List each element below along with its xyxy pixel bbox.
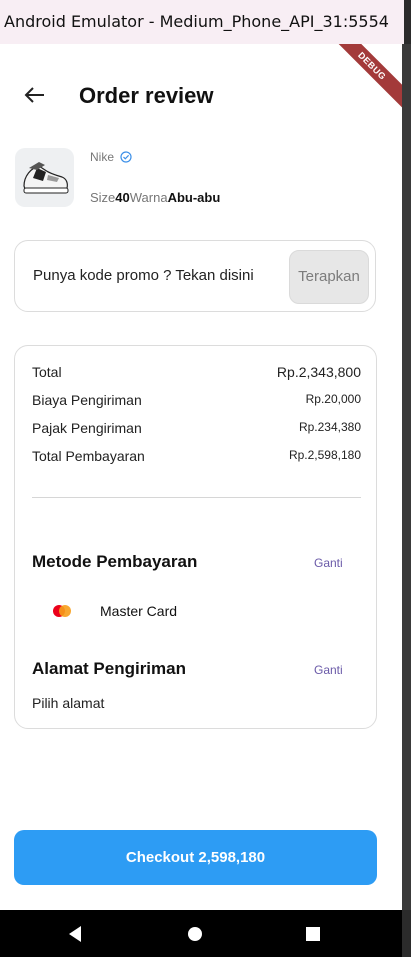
nav-back-icon[interactable] xyxy=(67,925,83,943)
summary-label: Total Pembayaran xyxy=(32,448,145,464)
summary-label: Pajak Pengiriman xyxy=(32,420,142,436)
page-title: Order review xyxy=(79,83,214,108)
window-title: Android Emulator - Medium_Phone_API_31:5… xyxy=(0,0,404,44)
summary-label: Total xyxy=(32,364,62,380)
nav-home-icon[interactable] xyxy=(188,927,202,941)
payment-method-label: Master Card xyxy=(100,603,178,619)
size-value: 40 xyxy=(115,190,130,205)
change-payment-link[interactable]: Ganti xyxy=(314,556,343,570)
back-button[interactable] xyxy=(22,82,48,108)
nav-recents-icon[interactable] xyxy=(306,927,320,941)
system-nav-bar xyxy=(0,910,402,957)
checkout-button[interactable]: Checkout 2,598,180 xyxy=(14,830,377,885)
sneaker-icon xyxy=(23,162,69,194)
emulator-side-strip xyxy=(402,44,411,910)
product-brand: Nike xyxy=(90,150,115,164)
order-summary-card: Total Rp.2,343,800 Biaya Pengiriman Rp.2… xyxy=(14,345,377,729)
debug-banner: DEBUG xyxy=(323,44,402,115)
summary-row-shipping-tax: Pajak Pengiriman Rp.234,380 xyxy=(32,420,361,440)
shipping-address-value[interactable]: Pilih alamat xyxy=(32,695,104,711)
color-label: Warna xyxy=(129,190,168,205)
product-specs: Size40WarnaAbu-abu xyxy=(90,190,220,205)
divider xyxy=(32,497,361,498)
summary-label: Biaya Pengiriman xyxy=(32,392,142,408)
summary-row-grand-total: Total Pembayaran Rp.2,598,180 xyxy=(32,448,361,468)
shipping-address-title: Alamat Pengiriman xyxy=(32,659,186,678)
product-image xyxy=(15,148,74,207)
change-address-link[interactable]: Ganti xyxy=(314,663,343,677)
summary-value: Rp.2,343,800 xyxy=(276,364,361,380)
summary-value: Rp.2,598,180 xyxy=(288,448,361,462)
mastercard-icon xyxy=(51,604,73,618)
payment-method-title: Metode Pembayaran xyxy=(32,552,198,571)
promo-prompt[interactable]: Punya kode promo ? Tekan disini xyxy=(33,267,254,284)
promo-card[interactable]: Punya kode promo ? Tekan disini Terapkan xyxy=(14,240,376,312)
app-screen: DEBUG Order review Nike Size40WarnaAbu-a… xyxy=(0,44,402,910)
apply-promo-button[interactable]: Terapkan xyxy=(289,250,369,304)
summary-value: Rp.20,000 xyxy=(305,392,361,406)
summary-row-total: Total Rp.2,343,800 xyxy=(32,364,361,384)
arrow-left-icon xyxy=(24,87,44,103)
color-value: Abu-abu xyxy=(167,190,221,205)
size-label: Size xyxy=(90,190,116,205)
summary-value: Rp.234,380 xyxy=(298,420,361,434)
summary-row-shipping-cost: Biaya Pengiriman Rp.20,000 xyxy=(32,392,361,412)
verified-icon xyxy=(120,150,132,163)
